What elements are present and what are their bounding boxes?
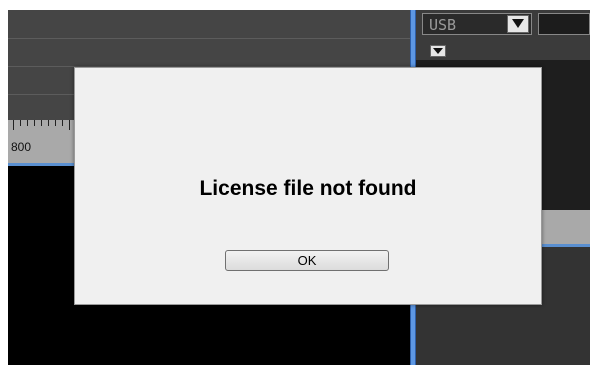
- ruler-tick: [62, 120, 63, 126]
- ruler-tick: [13, 120, 14, 130]
- device-select-value: USB: [429, 16, 457, 34]
- license-error-dialog: License file not found OK: [74, 67, 542, 305]
- device-select[interactable]: USB: [422, 13, 532, 35]
- ruler-tick: [20, 120, 21, 126]
- chevron-down-icon: [512, 19, 524, 28]
- collapse-button[interactable]: [430, 45, 446, 57]
- device-toolbar: USB: [416, 10, 590, 60]
- ok-button[interactable]: OK: [225, 250, 389, 271]
- ruler-tick: [27, 120, 28, 126]
- dialog-message: License file not found: [199, 177, 417, 200]
- ruler-tick: [55, 120, 56, 126]
- chevron-down-icon: [433, 48, 443, 54]
- ruler-tick: [48, 120, 49, 126]
- device-field[interactable]: [538, 13, 590, 35]
- ruler-tick: [69, 120, 70, 130]
- ruler-tick: [41, 120, 42, 126]
- ruler-label: 800: [11, 140, 32, 154]
- grid-line: [8, 38, 410, 39]
- dropdown-button[interactable]: [507, 15, 529, 33]
- ruler-tick: [34, 120, 35, 126]
